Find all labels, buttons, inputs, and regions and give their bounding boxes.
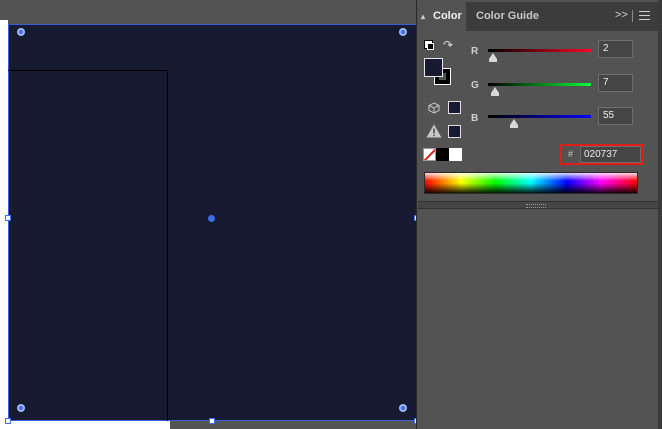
- slider-track-r[interactable]: [488, 49, 591, 52]
- corner-widget-bottom-left[interactable]: [17, 404, 25, 412]
- out-of-gamut-swatch[interactable]: [448, 125, 461, 138]
- default-fill-stroke-icon[interactable]: [424, 40, 434, 50]
- dock-empty-area: [418, 209, 658, 429]
- artboard-white-bottom: [0, 421, 170, 429]
- color-spectrum[interactable]: [424, 172, 638, 194]
- resize-handle-left[interactable]: [5, 215, 11, 221]
- white-color-swatch[interactable]: [449, 148, 462, 161]
- fill-swatch[interactable]: [424, 58, 443, 77]
- color-panel: ▴ Color Color Guide >> ↷ R 2 G 7 B 55 # …: [418, 2, 658, 429]
- center-point: [208, 215, 215, 222]
- tab-separator: [632, 10, 633, 22]
- collapse-arrows-icon[interactable]: ▴: [421, 2, 425, 31]
- panel-resize-grip[interactable]: [418, 201, 658, 209]
- resize-handle-bottom[interactable]: [209, 418, 215, 424]
- inner-rectangle-edge[interactable]: [8, 70, 168, 421]
- slider-track-g[interactable]: [488, 83, 591, 86]
- none-color-swatch[interactable]: [423, 148, 436, 161]
- more-panels-icon[interactable]: >>: [615, 9, 628, 21]
- input-g[interactable]: 7: [598, 74, 633, 92]
- slider-thumb-g[interactable]: [490, 87, 499, 96]
- panel-tab-bar: ▴ Color Color Guide >>: [418, 2, 658, 31]
- corner-widget-top-left[interactable]: [17, 28, 25, 36]
- corner-widget-top-right[interactable]: [399, 28, 407, 36]
- canvas-top-strip: [0, 0, 416, 20]
- slider-thumb-b[interactable]: [510, 119, 519, 128]
- corner-widget-bottom-right[interactable]: [399, 404, 407, 412]
- hamburger-menu-icon[interactable]: [639, 11, 650, 21]
- warning-icon[interactable]: [426, 124, 442, 138]
- tab-color-guide[interactable]: Color Guide: [476, 2, 539, 31]
- artboard-white-edge: [0, 20, 8, 429]
- hex-input[interactable]: 020737: [580, 146, 641, 163]
- input-r[interactable]: 2: [598, 40, 633, 58]
- channel-label-g: G: [471, 80, 479, 91]
- tab-color[interactable]: ▴ Color: [418, 2, 466, 31]
- dock-right-strip: [658, 0, 662, 429]
- cube-icon[interactable]: [428, 102, 440, 114]
- swap-arrow-icon[interactable]: ↷: [443, 38, 453, 52]
- hex-hash-label: #: [568, 149, 574, 159]
- websafe-color-swatch[interactable]: [448, 101, 461, 114]
- input-b[interactable]: 55: [598, 107, 633, 125]
- channel-label-b: B: [471, 113, 479, 124]
- channel-label-r: R: [471, 46, 479, 57]
- slider-thumb-r[interactable]: [488, 53, 497, 62]
- slider-track-b[interactable]: [488, 115, 591, 118]
- black-color-swatch[interactable]: [436, 148, 449, 161]
- resize-handle-bottom-left[interactable]: [5, 418, 11, 424]
